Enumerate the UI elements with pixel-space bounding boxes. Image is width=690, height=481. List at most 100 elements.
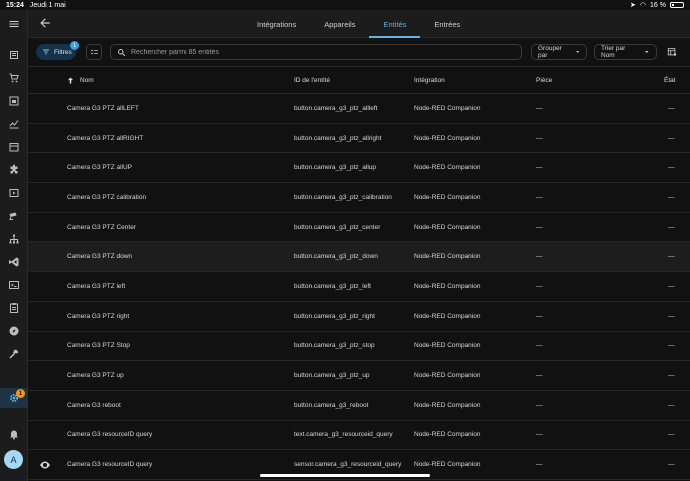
- cell-integration: Node-RED Companion: [414, 223, 481, 231]
- cell-status: —: [668, 342, 675, 350]
- tab-helpers[interactable]: Entrées: [420, 10, 474, 38]
- cell-area: —: [536, 401, 543, 409]
- sidebar-item-shopping[interactable]: [0, 68, 28, 88]
- cell-integration: Node-RED Companion: [414, 282, 481, 290]
- cell-name: Camera G3 resourceID query: [67, 461, 153, 469]
- camera-icon: [9, 212, 17, 220]
- cell-integration: Node-RED Companion: [414, 134, 481, 142]
- group-by-label: Grouper par: [538, 45, 562, 59]
- table-row[interactable]: Camera G3 reboot button.camera_g3_reboot N…: [28, 391, 690, 421]
- cell-area: —: [536, 193, 543, 201]
- table-toolbar: Filtres 1 Grouper par Trier par Nom: [28, 38, 690, 67]
- sort-by-dropdown[interactable]: Trier par Nom: [594, 44, 657, 60]
- table-row[interactable]: Camera G3 PTZ up button.camera_g3_ptz_up N…: [28, 361, 690, 391]
- sidebar-item-history[interactable]: [0, 114, 28, 134]
- sidebar-item-settings[interactable]: 1: [0, 388, 28, 408]
- cell-area: —: [536, 223, 543, 231]
- table-settings-button[interactable]: [664, 44, 680, 60]
- table-row[interactable]: Camera G3 PTZ allRIGHT button.camera_g3_p…: [28, 124, 690, 154]
- hammer-icon: [9, 349, 19, 359]
- cell-entity-id: button.camera_g3_ptz_stop: [294, 342, 375, 350]
- wifi-icon: ◠: [639, 2, 647, 9]
- cell-integration: Node-RED Companion: [414, 312, 481, 320]
- column-header-name[interactable]: Nom: [66, 67, 94, 94]
- cell-status: —: [668, 312, 675, 320]
- cell-area: —: [536, 431, 543, 439]
- sidebar-item-logbook[interactable]: [0, 298, 28, 318]
- sidebar-item-media[interactable]: [0, 183, 28, 203]
- column-header-integration[interactable]: Intégration: [414, 67, 445, 94]
- cell-name: Camera G3 PTZ allLEFT: [67, 104, 139, 112]
- group-by-dropdown[interactable]: Grouper par: [531, 44, 587, 60]
- ios-status-bar: 15:24 Jeudi 1 mai ➤ ◠ 16 %: [0, 0, 690, 10]
- cell-entity-id: button.camera_g3_ptz_up: [294, 372, 370, 380]
- sidebar-item-developer-tools[interactable]: [0, 344, 28, 364]
- column-header-name-label: Nom: [80, 77, 94, 84]
- eye-icon: [40, 461, 50, 469]
- sort-ascending-icon: [67, 77, 74, 84]
- cell-integration: Node-RED Companion: [414, 193, 481, 201]
- column-header-status[interactable]: État: [664, 67, 676, 94]
- tab-integrations[interactable]: Intégrations: [243, 10, 310, 38]
- sidebar-item-addons[interactable]: [0, 160, 28, 180]
- sidebar-item-camera[interactable]: [0, 206, 28, 226]
- status-time: 15:24: [6, 1, 24, 9]
- chart-icon: [9, 120, 19, 129]
- home-indicator: [260, 474, 430, 477]
- clipboard-icon: [10, 303, 18, 313]
- table-row[interactable]: Camera G3 PTZ Stop button.camera_g3_ptz_s…: [28, 332, 690, 362]
- sidebar-item-network[interactable]: [0, 229, 28, 249]
- table-row[interactable]: Camera G3 PTZ allLEFT button.camera_g3_pt…: [28, 94, 690, 124]
- table-row[interactable]: Camera G3 PTZ Center button.camera_g3_ptz…: [28, 213, 690, 243]
- settings-badge: 1: [16, 389, 25, 398]
- cell-status: —: [668, 282, 675, 290]
- tab-entities[interactable]: Entités: [369, 10, 421, 38]
- cell-area: —: [536, 312, 543, 320]
- table-row[interactable]: Camera G3 PTZ down button.camera_g3_ptz_d…: [28, 242, 690, 273]
- energy-icon: [9, 96, 19, 106]
- column-header-area[interactable]: Pièce: [536, 67, 552, 94]
- network-icon: [9, 234, 19, 244]
- tab-devices[interactable]: Appareils: [310, 10, 369, 38]
- cell-entity-id: button.camera_g3_reboot: [294, 401, 369, 409]
- column-header-entity-id[interactable]: ID de l'entité: [294, 67, 330, 94]
- table-row[interactable]: Camera G3 resourceID query text.camera_g3…: [28, 421, 690, 451]
- filters-label: Filtres: [54, 48, 72, 56]
- avatar[interactable]: A: [4, 450, 23, 469]
- cell-area: —: [536, 342, 543, 350]
- sidebar-item-terminal[interactable]: [0, 275, 28, 295]
- search-input[interactable]: [131, 48, 511, 56]
- table-row[interactable]: Camera G3 PTZ allUP button.camera_g3_ptz_…: [28, 153, 690, 184]
- table-header: Nom ID de l'entité Intégration Pièce Éta…: [28, 67, 690, 94]
- sidebar-menu-button[interactable]: [0, 14, 28, 34]
- battery-percent: 16 %: [650, 1, 666, 9]
- menu-icon: [9, 21, 19, 27]
- status-right: ➤ ◠ 16 %: [630, 1, 684, 9]
- table-row[interactable]: Camera G3 PTZ calibration button.camera_g…: [28, 183, 690, 213]
- selection-mode-button[interactable]: [86, 44, 102, 60]
- table-row[interactable]: Camera G3 PTZ right button.camera_g3_ptz_…: [28, 302, 690, 332]
- cell-integration: Node-RED Companion: [414, 431, 481, 439]
- back-arrow-icon[interactable]: [38, 16, 52, 30]
- sidebar-item-overview[interactable]: [0, 45, 28, 65]
- sidebar-item-vscode[interactable]: [0, 252, 28, 272]
- search-box[interactable]: [110, 44, 522, 60]
- sidebar-item-energy[interactable]: [0, 91, 28, 111]
- cell-integration: Node-RED Companion: [414, 342, 481, 350]
- sidebar-item-notifications[interactable]: [0, 424, 28, 444]
- cell-entity-id: button.camera_g3_ptz_allup: [294, 164, 377, 172]
- cell-status: —: [668, 253, 675, 261]
- cell-name: Camera G3 PTZ Center: [67, 223, 136, 231]
- bell-icon: [10, 430, 18, 440]
- sidebar-item-map[interactable]: [0, 321, 28, 341]
- sort-by-label: Trier par Nom: [601, 45, 626, 59]
- battery-icon: [670, 2, 684, 8]
- table-row[interactable]: Camera G3 PTZ left button.camera_g3_ptz_l…: [28, 272, 690, 302]
- cell-entity-id: button.camera_g3_ptz_down: [294, 253, 378, 261]
- chevron-down-icon: [645, 51, 649, 53]
- sidebar-item-calendar[interactable]: [0, 137, 28, 157]
- cell-integration: Node-RED Companion: [414, 104, 481, 112]
- media-icon: [9, 189, 19, 197]
- cell-status: —: [668, 164, 675, 172]
- cell-area: —: [536, 372, 543, 380]
